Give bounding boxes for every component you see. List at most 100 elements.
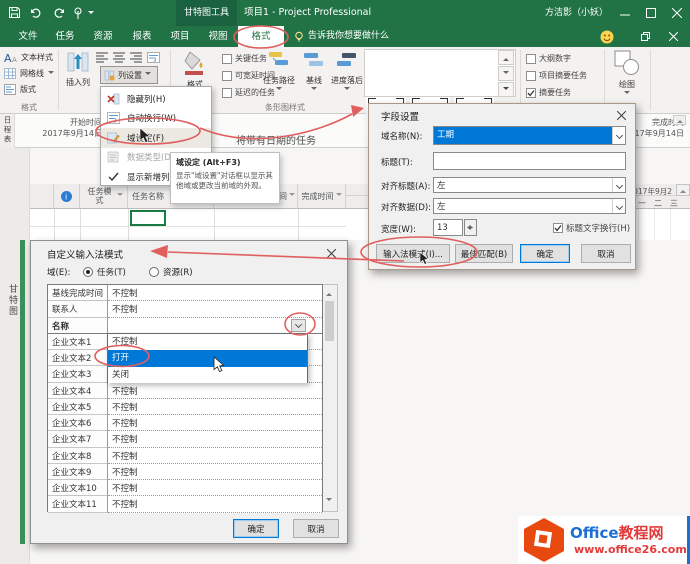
column-settings-button[interactable]: 列设置 bbox=[100, 66, 158, 84]
cancel-button[interactable]: 取消 bbox=[293, 519, 339, 538]
chevron-down-icon[interactable] bbox=[612, 199, 625, 213]
touch-mode-icon[interactable] bbox=[72, 6, 84, 20]
drawing-button[interactable]: 绘图 bbox=[610, 50, 644, 100]
wrap-header-checkbox[interactable]: 标题文字换行(H) bbox=[553, 222, 630, 234]
table-row[interactable]: 企业文本10 不控制 bbox=[48, 480, 322, 496]
tell-me-box[interactable]: 告诉我你想要做什么 bbox=[308, 26, 418, 47]
gallery-more-button[interactable] bbox=[498, 82, 514, 97]
dropdown-option-off[interactable]: 关闭 bbox=[108, 367, 307, 383]
save-icon[interactable] bbox=[8, 6, 21, 19]
chevron-down-icon[interactable] bbox=[612, 178, 625, 192]
menu-item-field-settings[interactable]: 域设定(F) bbox=[101, 128, 211, 148]
maximize-button[interactable] bbox=[638, 0, 664, 26]
align-center-icon[interactable] bbox=[113, 52, 126, 63]
tab-file[interactable]: 文件 bbox=[12, 26, 44, 47]
resource-radio-label[interactable]: 资源(R) bbox=[163, 266, 193, 278]
combo-dropdown-button[interactable] bbox=[291, 319, 306, 332]
row-value-cell[interactable]: 不控制 bbox=[108, 399, 322, 415]
user-name[interactable]: 方洁影（小妖） bbox=[545, 0, 608, 26]
timescale-scroll-up[interactable] bbox=[676, 184, 690, 196]
smiley-feedback-icon[interactable] bbox=[600, 30, 614, 44]
table-row[interactable]: 企业文本7 不控制 bbox=[48, 431, 322, 447]
menu-item-wrap-text[interactable]: 自动换行(W) bbox=[101, 109, 211, 129]
close-button[interactable] bbox=[664, 0, 690, 26]
best-fit-button[interactable]: 最佳匹配(B) bbox=[455, 244, 513, 263]
dropdown-option-on-selected[interactable]: 打开 bbox=[108, 350, 307, 366]
tab-format-active[interactable]: 格式 bbox=[238, 26, 284, 47]
minimize-button[interactable] bbox=[612, 0, 638, 26]
project-summary-checkbox[interactable]: 项目摘要任务 bbox=[526, 70, 587, 81]
gallery-scroll-down[interactable] bbox=[498, 66, 514, 81]
table-row-name-editing[interactable]: 名称 bbox=[48, 318, 322, 334]
outline-number-checkbox[interactable]: 大纲数字 bbox=[526, 53, 571, 64]
ok-button[interactable]: 确定 bbox=[520, 244, 570, 263]
tab-resource[interactable]: 资源 bbox=[88, 26, 118, 47]
ok-button[interactable]: 确定 bbox=[233, 519, 279, 538]
align-title-combobox[interactable]: 左 bbox=[433, 177, 626, 193]
scroll-thumb[interactable] bbox=[325, 301, 334, 341]
summary-tasks-checkbox[interactable]: 摘要任务 bbox=[526, 87, 571, 98]
undo-icon[interactable] bbox=[30, 7, 45, 19]
task-mode-header[interactable]: 任务模式 bbox=[80, 184, 128, 209]
gallery-scroll-up[interactable] bbox=[498, 50, 514, 65]
tab-project[interactable]: 项目 bbox=[165, 26, 195, 47]
title-input[interactable] bbox=[433, 152, 626, 170]
scroll-down-icon[interactable] bbox=[326, 497, 332, 507]
table-row[interactable]: 企业文本6 不控制 bbox=[48, 415, 322, 431]
row-value-cell[interactable]: 不控制 bbox=[108, 448, 322, 464]
chevron-down-icon[interactable] bbox=[612, 127, 625, 144]
task-radio-label[interactable]: 任务(T) bbox=[97, 266, 126, 278]
row-value-cell[interactable]: 不控制 bbox=[108, 480, 322, 496]
align-left-icon[interactable] bbox=[96, 52, 109, 63]
table-row[interactable]: 基线完成时间 不控制 bbox=[48, 285, 322, 301]
insert-column-button[interactable]: 插入列 bbox=[62, 50, 94, 88]
slippage-button[interactable]: 进度落后 bbox=[330, 50, 364, 96]
baseline-button[interactable]: 基线 bbox=[300, 50, 328, 96]
close-window-icon[interactable] bbox=[660, 26, 686, 47]
width-input[interactable]: 13 bbox=[433, 219, 463, 236]
row-value-cell[interactable]: 不控制 bbox=[108, 464, 322, 480]
table-scrollbar[interactable] bbox=[323, 284, 338, 512]
row-value-cell[interactable]: 不控制 bbox=[108, 415, 322, 431]
dropdown-option-no-control[interactable]: 不控制 bbox=[108, 334, 307, 350]
row-value-cell[interactable]: 不控制 bbox=[108, 383, 322, 399]
table-row[interactable]: 企业文本4 不控制 bbox=[48, 383, 322, 399]
align-data-combobox[interactable]: 左 bbox=[433, 198, 626, 214]
row-value-cell[interactable]: 不控制 bbox=[108, 301, 322, 317]
row-value-cell[interactable]: 不控制 bbox=[108, 285, 322, 301]
field-name-combobox[interactable]: 工期 bbox=[433, 126, 626, 145]
resource-radio[interactable] bbox=[149, 267, 159, 277]
width-spinner[interactable] bbox=[464, 219, 477, 236]
finish-column-header[interactable]: 完成时间 bbox=[298, 184, 346, 209]
gridlines-button[interactable]: 网格线 bbox=[4, 68, 54, 79]
table-row[interactable]: 联系人 不控制 bbox=[48, 301, 322, 317]
scroll-up-icon[interactable] bbox=[326, 289, 332, 299]
info-column-header[interactable]: i bbox=[54, 184, 80, 209]
ime-mode-button[interactable]: 输入法模式(I)... bbox=[376, 244, 450, 263]
bar-format-button[interactable]: 格式 bbox=[174, 50, 216, 90]
timeline-scroll-up[interactable] bbox=[673, 115, 686, 125]
table-row[interactable]: 企业文本5 不控制 bbox=[48, 399, 322, 415]
selected-cell[interactable] bbox=[130, 210, 166, 226]
tab-task[interactable]: 任务 bbox=[50, 26, 80, 47]
gantt-pane-label[interactable]: 甘特图 bbox=[6, 284, 19, 317]
quick-access-customize-icon[interactable] bbox=[88, 11, 94, 17]
tab-report[interactable]: 报表 bbox=[127, 26, 157, 47]
row-value-cell[interactable]: 不控制 bbox=[108, 496, 322, 512]
row-selector-header[interactable] bbox=[30, 184, 54, 209]
task-radio[interactable] bbox=[83, 267, 93, 277]
text-styles-button[interactable]: AA 文本样式 bbox=[4, 52, 53, 63]
collapse-ribbon-icon[interactable] bbox=[632, 26, 658, 47]
layout-button[interactable]: 版式 bbox=[4, 84, 36, 95]
menu-item-hide-column[interactable]: 隐藏列(H) bbox=[101, 89, 211, 109]
row-value-combo[interactable] bbox=[108, 318, 322, 334]
table-row[interactable]: 企业文本9 不控制 bbox=[48, 464, 322, 480]
task-path-button[interactable]: 任务路径 bbox=[260, 50, 298, 96]
align-right-icon[interactable] bbox=[130, 52, 143, 63]
cancel-button[interactable]: 取消 bbox=[581, 244, 631, 263]
row-value-cell[interactable]: 不控制 bbox=[108, 431, 322, 447]
wrap-text-icon[interactable] bbox=[147, 52, 160, 63]
close-icon[interactable] bbox=[323, 246, 339, 260]
tab-view[interactable]: 视图 bbox=[203, 26, 233, 47]
redo-icon[interactable] bbox=[50, 7, 65, 19]
